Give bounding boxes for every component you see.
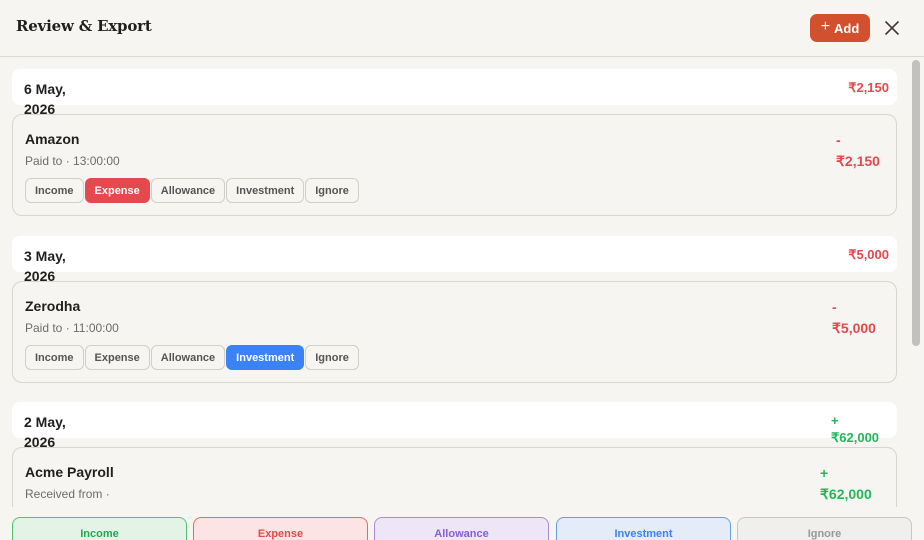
date-header: 2 May, 2026 + ₹62,000 bbox=[12, 402, 897, 450]
close-icon[interactable] bbox=[883, 19, 901, 37]
date-total: + ₹62,000 bbox=[831, 413, 880, 445]
category-expense-button[interactable]: Expense bbox=[84, 178, 150, 203]
filter-ignore-button[interactable]: Ignore bbox=[737, 517, 912, 540]
transaction-meta: Paid to · 13:00:00 bbox=[25, 154, 120, 168]
transaction-card[interactable]: Amazon Paid to · 13:00:00 - ₹2,150 Incom… bbox=[12, 114, 897, 216]
filter-allowance-button[interactable]: Allowance bbox=[374, 517, 549, 540]
transaction-card[interactable]: Acme Payroll Received from · 10:00:00 + … bbox=[12, 447, 897, 507]
date-total: ₹2,150 bbox=[848, 80, 889, 95]
transaction-meta: Paid to · 11:00:00 bbox=[25, 321, 119, 335]
page-title: Review & Export bbox=[16, 17, 152, 35]
plus-icon: + bbox=[820, 18, 831, 35]
transaction-meta: Received from · 10:00:00 bbox=[25, 487, 110, 507]
transaction-list[interactable]: 6 May, 2026 ₹2,150 Amazon Paid to · 13:0… bbox=[0, 57, 924, 507]
transaction-card[interactable]: Zerodha Paid to · 11:00:00 - ₹5,000 Inco… bbox=[12, 281, 897, 383]
transaction-amount: - ₹2,150 bbox=[836, 132, 880, 169]
category-allowance-button[interactable]: Allowance bbox=[150, 345, 226, 370]
add-button-label: Add bbox=[834, 20, 860, 36]
scrollbar[interactable] bbox=[912, 60, 920, 346]
date-label: 6 May, 2026 bbox=[24, 81, 66, 117]
category-investment-button[interactable]: Investment bbox=[226, 178, 305, 203]
transaction-amount: + ₹62,000 bbox=[820, 465, 872, 502]
category-filter-bar: Income Expense Allowance Investment Igno… bbox=[0, 507, 924, 540]
category-allowance-button[interactable]: Allowance bbox=[150, 178, 226, 203]
category-income-button[interactable]: Income bbox=[25, 345, 84, 370]
merchant-name: Acme Payroll bbox=[25, 464, 114, 480]
date-header: 6 May, 2026 ₹2,150 bbox=[12, 69, 897, 117]
date-header: 3 May, 2026 ₹5,000 bbox=[12, 236, 897, 284]
category-investment-button[interactable]: Investment bbox=[226, 345, 305, 370]
filter-investment-button[interactable]: Investment bbox=[556, 517, 731, 540]
category-ignore-button[interactable]: Ignore bbox=[305, 178, 359, 203]
merchant-name: Amazon bbox=[25, 131, 80, 147]
category-ignore-button[interactable]: Ignore bbox=[305, 345, 359, 370]
transaction-amount: - ₹5,000 bbox=[832, 299, 876, 336]
filter-income-button[interactable]: Income bbox=[12, 517, 187, 540]
category-expense-button[interactable]: Expense bbox=[84, 345, 150, 370]
category-selector: Income Expense Allowance Investment Igno… bbox=[25, 178, 359, 203]
date-total: ₹5,000 bbox=[848, 247, 889, 262]
date-label: 2 May, 2026 bbox=[24, 414, 66, 450]
filter-expense-button[interactable]: Expense bbox=[193, 517, 368, 540]
header: Review & Export + Add bbox=[0, 0, 924, 57]
category-income-button[interactable]: Income bbox=[25, 178, 84, 203]
date-label: 3 May, 2026 bbox=[24, 248, 66, 284]
category-selector: Income Expense Allowance Investment Igno… bbox=[25, 345, 359, 370]
merchant-name: Zerodha bbox=[25, 298, 81, 314]
add-button[interactable]: + Add bbox=[810, 14, 870, 42]
